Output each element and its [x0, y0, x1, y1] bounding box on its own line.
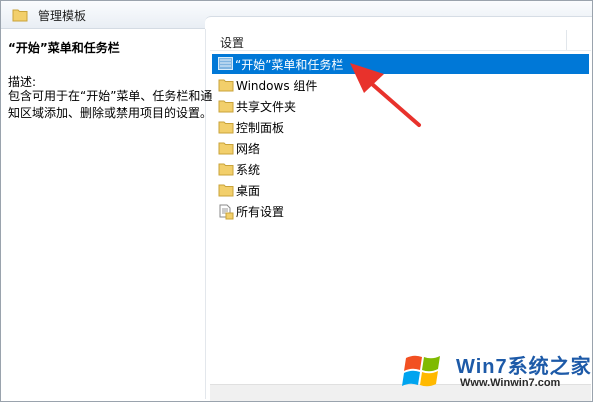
- watermark-url: Www.Winwin7.com: [460, 377, 561, 389]
- watermark-name: Win7系统之家: [456, 356, 592, 378]
- red-arrow-annotation: [350, 63, 421, 127]
- watermark-logo: Win7系统之家 Www.Winwin7.com: [398, 348, 591, 396]
- windows-logo-icon: [402, 355, 440, 387]
